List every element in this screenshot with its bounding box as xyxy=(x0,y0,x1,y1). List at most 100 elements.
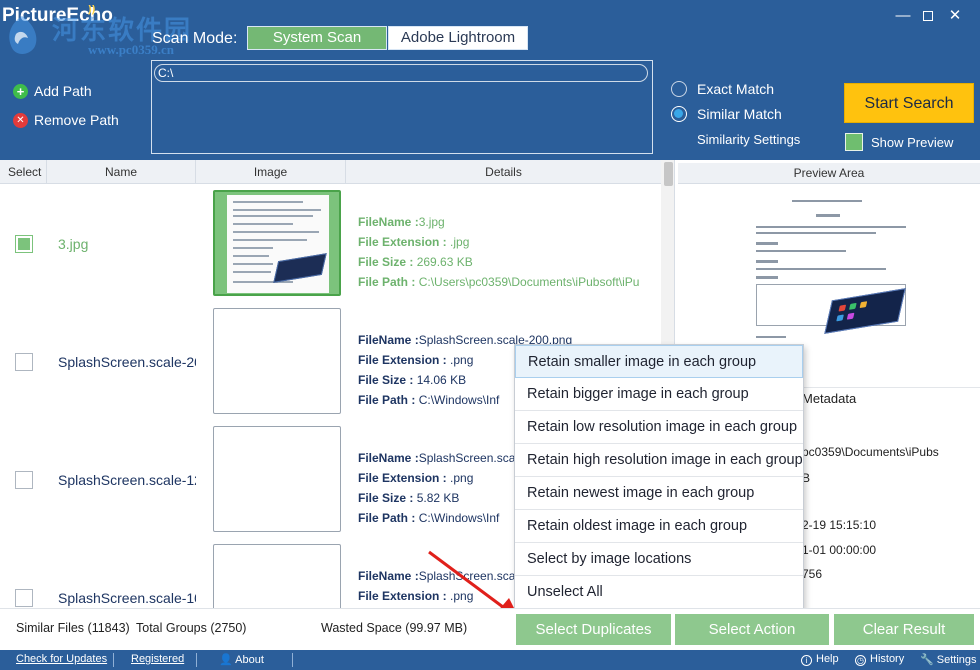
settings-label: Settings xyxy=(936,654,977,666)
show-preview-toggle[interactable]: Show Preview xyxy=(845,133,953,151)
app-footer: Check for Updates Registered 👤 About i He… xyxy=(0,650,980,670)
details-filename-label: FileName : xyxy=(358,215,419,229)
menu-retain-smaller[interactable]: Retain smaller image in each group xyxy=(515,345,803,378)
clock-icon: ◷ xyxy=(855,655,866,666)
row-checkbox[interactable] xyxy=(15,235,33,253)
row-thumbnail[interactable] xyxy=(213,426,341,532)
check-updates-link[interactable]: Check for Updates xyxy=(16,653,107,665)
details-filename-label: FileName : xyxy=(358,333,419,347)
details-path-value: C:\Users\pc0359\Documents\iPubsoft\iPu xyxy=(418,275,640,289)
wifi-wave-icon: )) xyxy=(88,5,96,15)
path-entry[interactable]: C:\ xyxy=(154,64,648,82)
column-header-details[interactable]: Details xyxy=(346,160,661,184)
row-file-name: SplashScreen.scale-100.png xyxy=(58,590,196,606)
results-scrollbar-thumb[interactable] xyxy=(664,162,673,186)
details-path-label: File Path : xyxy=(358,275,416,289)
details-ext-label: File Extension : xyxy=(358,235,447,249)
add-path-button[interactable]: + Add Path xyxy=(13,83,92,99)
clear-result-button[interactable]: Clear Result xyxy=(834,614,974,645)
details-path-value: C:\Windows\Inf xyxy=(418,511,500,525)
remove-path-button[interactable]: ✕ Remove Path xyxy=(13,112,119,128)
details-ext-value: .png xyxy=(450,471,474,485)
row-thumbnail[interactable] xyxy=(213,190,341,296)
scan-mode-label: Scan Mode: xyxy=(152,30,238,47)
preview-area-title: Preview Area xyxy=(678,163,980,184)
path-list[interactable]: C:\ xyxy=(151,60,653,154)
registered-link[interactable]: Registered xyxy=(131,653,184,665)
details-path-value: C:\Windows\Inf xyxy=(418,393,500,407)
row-file-name: 3.jpg xyxy=(58,236,89,252)
details-ext-value: .jpg xyxy=(450,235,470,249)
row-file-name: SplashScreen.scale-125.png xyxy=(58,472,196,488)
minimize-icon[interactable]: — xyxy=(892,6,914,26)
menu-unselect-all[interactable]: Unselect All xyxy=(515,576,803,609)
menu-retain-low-resolution[interactable]: Retain low resolution image in each grou… xyxy=(515,411,803,444)
details-size-value: 269.63 KB xyxy=(416,255,473,269)
details-ext-label: File Extension : xyxy=(358,353,447,367)
column-header-name[interactable]: Name xyxy=(47,160,196,184)
similarity-settings-link[interactable]: Similarity Settings xyxy=(697,132,800,147)
exact-match-radio[interactable] xyxy=(671,81,687,97)
row-thumbnail[interactable] xyxy=(213,308,341,414)
exact-match-label: Exact Match xyxy=(697,81,775,97)
settings-link[interactable]: 🔧 Settings xyxy=(920,653,977,666)
metadata-path-value: pc0359\Documents\iPubs xyxy=(802,445,939,459)
menu-retain-oldest[interactable]: Retain oldest image in each group xyxy=(515,510,803,543)
row-file-name: SplashScreen.scale-200.png xyxy=(58,354,196,370)
details-ext-value: .png xyxy=(450,353,474,367)
similar-match-option[interactable]: Similar Match xyxy=(671,106,782,122)
row-details: FileName :3.jpg File Extension : .jpg Fi… xyxy=(358,212,661,292)
menu-retain-newest[interactable]: Retain newest image in each group xyxy=(515,477,803,510)
history-link[interactable]: ◷ History xyxy=(855,653,904,666)
metadata-size-value: B xyxy=(802,471,811,485)
row-checkbox[interactable] xyxy=(15,471,33,489)
metadata-modified-value: 2-19 15:15:10 xyxy=(802,518,877,532)
row-thumbnail[interactable] xyxy=(213,544,341,608)
close-icon[interactable]: ✕ xyxy=(944,6,966,26)
details-size-label: File Size : xyxy=(358,373,414,387)
column-header-select[interactable]: Select xyxy=(0,160,47,184)
details-filename-label: FileName : xyxy=(358,569,419,583)
app-header: PictureEcho )) 河东软件园 www.pc0359.cn — ✕ S… xyxy=(0,0,980,160)
total-groups-count: Total Groups (2750) xyxy=(136,621,247,635)
maximize-icon[interactable] xyxy=(917,6,939,26)
details-size-label: File Size : xyxy=(358,255,414,269)
app-logo-text: PictureEcho xyxy=(2,5,113,26)
remove-icon: ✕ xyxy=(13,112,28,128)
details-ext-label: File Extension : xyxy=(358,589,447,603)
column-header-image[interactable]: Image xyxy=(196,160,346,184)
similar-match-label: Similar Match xyxy=(697,106,782,122)
plus-icon: + xyxy=(13,83,28,99)
user-icon: 👤 xyxy=(219,654,233,666)
row-checkbox[interactable] xyxy=(15,353,33,371)
select-action-button[interactable]: Select Action xyxy=(675,614,829,645)
start-search-button[interactable]: Start Search xyxy=(844,83,974,123)
document-thumbnail-image xyxy=(227,195,329,293)
remove-path-label: Remove Path xyxy=(34,112,119,128)
details-ext-label: File Extension : xyxy=(358,471,447,485)
table-header: Select Name Image Details xyxy=(0,160,661,184)
table-row[interactable]: 3.jpg FileName :3.jpg File Extension : .… xyxy=(0,188,661,306)
footer-divider xyxy=(113,653,114,667)
menu-select-by-locations[interactable]: Select by image locations xyxy=(515,543,803,576)
details-size-value: 14.06 KB xyxy=(416,373,467,387)
help-link[interactable]: i Help xyxy=(801,653,839,666)
select-duplicates-button[interactable]: Select Duplicates xyxy=(516,614,671,645)
help-label: Help xyxy=(816,653,839,665)
about-link[interactable]: 👤 About xyxy=(219,653,264,666)
details-size-value: 5.82 KB xyxy=(416,491,460,505)
menu-retain-bigger[interactable]: Retain bigger image in each group xyxy=(515,378,803,411)
system-scan-button[interactable]: System Scan xyxy=(247,26,387,50)
status-bar: Similar Files (11843) Total Groups (2750… xyxy=(0,608,980,650)
details-size-label: File Size : xyxy=(358,491,414,505)
show-preview-checkbox[interactable] xyxy=(845,133,863,151)
similar-match-radio[interactable] xyxy=(671,106,687,122)
exact-match-option[interactable]: Exact Match xyxy=(671,81,774,97)
info-icon: i xyxy=(801,655,812,666)
menu-retain-high-resolution[interactable]: Retain high resolution image in each gro… xyxy=(515,444,803,477)
row-checkbox[interactable] xyxy=(15,589,33,607)
wasted-space-value: Wasted Space (99.97 MB) xyxy=(321,621,468,635)
details-filename-value: 3.jpg xyxy=(418,215,445,229)
app-logo: PictureEcho )) xyxy=(2,5,137,31)
adobe-lightroom-button[interactable]: Adobe Lightroom xyxy=(388,26,528,50)
